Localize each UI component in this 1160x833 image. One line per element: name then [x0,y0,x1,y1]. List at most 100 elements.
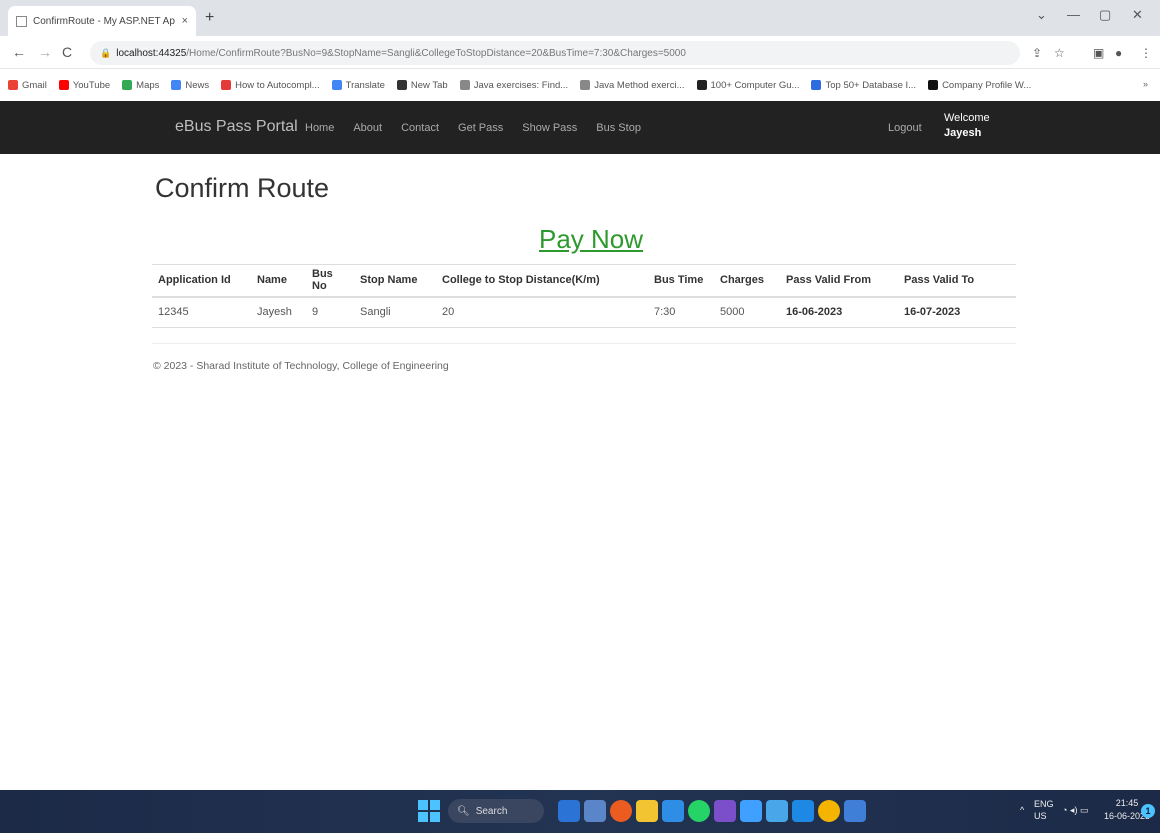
bookmark-label: Java exercises: Find... [473,79,569,91]
bookmark-label: Gmail [22,79,47,91]
bookmark-favicon-icon [928,80,939,90]
url-input[interactable]: 🔒 localhost:44325 /Home/ConfirmRoute?Bus… [90,41,1020,65]
profile-avatar-icon[interactable]: ● [1115,46,1122,60]
chrome-active-icon[interactable] [818,800,840,822]
tray-chevron-icon[interactable]: ^ [1020,804,1024,816]
menu-dots-icon[interactable]: ⋮ [1140,46,1152,60]
bookmarks-overflow-icon[interactable]: » [1143,79,1148,89]
nav-bus-stop[interactable]: Bus Stop [596,122,641,134]
tab-title: ConfirmRoute - My ASP.NET Ap [33,15,175,27]
lang-code: ENG [1034,799,1054,809]
wifi-volume-battery-icon[interactable]: ◔ ◂) ▭ [1062,804,1088,816]
app-icon[interactable] [844,800,866,822]
bookmark-favicon-icon [171,80,182,90]
bookmark-favicon-icon [811,80,822,90]
close-tab-icon[interactable]: × [182,15,188,27]
search-label: Search [475,805,508,817]
route-table: Application Id Name Bus No Stop Name Col… [152,264,1016,328]
bookmark-item[interactable]: How to Autocompl... [221,79,320,91]
task-view-icon[interactable] [558,800,580,822]
whatsapp-icon[interactable] [688,800,710,822]
page-favicon-icon [16,15,27,27]
pay-now-link[interactable]: Pay Now [539,224,643,255]
bookmark-label: Java Method exerci... [594,79,685,91]
nav-links: Home About Contact Get Pass Show Pass Bu… [305,122,641,134]
nav-show-pass[interactable]: Show Pass [522,122,577,134]
bookmark-item[interactable]: Translate [331,79,385,91]
chrome-icon[interactable] [610,800,632,822]
bookmark-item[interactable]: Java exercises: Find... [459,79,569,91]
url-path: /Home/ConfirmRoute?BusNo=9&StopName=Sang… [186,47,686,59]
close-window-button[interactable]: ✕ [1132,7,1143,23]
notification-badge[interactable]: 1 [1141,804,1155,818]
file-explorer-icon[interactable] [636,800,658,822]
bookmark-item[interactable]: News [171,80,209,91]
bookmark-label: New Tab [410,79,448,91]
bookmark-item[interactable]: Top 50+ Database I... [811,80,916,91]
bookmark-favicon-icon [396,80,407,90]
bookmark-label: Top 50+ Database I... [825,79,917,91]
bookmark-label: YouTube [72,79,111,91]
bookmark-item[interactable]: YouTube [58,79,111,91]
taskbar-search-input[interactable]: 🔍︎ Search [448,799,544,823]
store-icon[interactable] [662,800,684,822]
bookmark-item[interactable]: 100+ Computer Gu... [696,80,799,91]
url-host: localhost:44325 [116,47,187,59]
cell-distance: 20 [436,296,648,328]
col-name: Name [251,264,306,298]
new-tab-button[interactable]: + [205,9,214,27]
bookmark-favicon-icon [580,80,591,90]
cell-bus-time: 7:30 [648,296,714,328]
bookmark-label: How to Autocompl... [235,79,320,91]
bookmark-item[interactable]: Maps [122,80,159,91]
maximize-button[interactable]: ▢ [1099,7,1111,23]
nav-contact[interactable]: Contact [401,122,439,134]
cell-stop-name: Sangli [354,296,436,328]
share-icon[interactable]: ⇪ [1032,46,1042,60]
browser-tab-bar: ConfirmRoute - My ASP.NET Ap × + ⌄ — ▢ ✕ [0,0,1160,36]
cell-name: Jayesh [251,296,306,328]
bookmark-item[interactable]: Java Method exerci... [580,79,685,91]
windows-start-icon[interactable] [418,800,440,822]
visual-studio-icon[interactable] [714,800,736,822]
language-indicator[interactable]: ENG US [1034,798,1054,822]
address-bar-row: ← → C 🔒 localhost:44325 /Home/ConfirmRou… [0,36,1160,69]
bookmark-label: Maps [136,79,160,91]
lock-icon: 🔒 [100,47,112,58]
search-icon: 🔍︎ [457,805,470,817]
nav-home[interactable]: Home [305,122,334,134]
user-name: Jayesh [944,127,982,139]
vscode-icon[interactable] [792,800,814,822]
browser-tab[interactable]: ConfirmRoute - My ASP.NET Ap × [8,6,196,36]
page-title: Confirm Route [155,173,330,203]
forward-arrow-icon[interactable]: → [38,44,52,60]
bookmark-label: Translate [345,79,385,91]
col-distance: College to Stop Distance(K/m) [436,264,648,298]
bookmark-star-icon[interactable]: ☆ [1054,46,1065,60]
bookmark-item[interactable]: New Tab [396,79,448,91]
tab-search-icon[interactable]: ⌄ [1036,7,1047,23]
reload-icon[interactable]: C [62,44,72,60]
brand-link[interactable]: eBus Pass Portal [175,118,298,136]
col-valid-to: Pass Valid To [898,264,1016,298]
bookmark-favicon-icon [221,80,232,90]
windows-taskbar: 🔍︎ Search ^ ENG US ◔ ◂) ▭ 21:45 16-06-20… [0,790,1160,833]
back-arrow-icon[interactable]: ← [12,44,26,60]
nav-about[interactable]: About [353,122,382,134]
welcome-user: Welcome Jayesh [944,111,990,141]
bookmark-label: Company Profile W... [942,79,1032,91]
minimize-button[interactable]: — [1067,7,1080,22]
bookmark-item[interactable]: Company Profile W... [928,80,1031,91]
cell-bus-no: 9 [306,296,354,328]
table-row: 12345 Jayesh 9 Sangli 20 7:30 5000 16-06… [152,296,1016,328]
nav-get-pass[interactable]: Get Pass [458,122,503,134]
bookmark-favicon-icon [8,80,18,90]
snipping-tool-icon[interactable] [740,800,762,822]
table-header-row: Application Id Name Bus No Stop Name Col… [152,264,1016,298]
bookmark-item[interactable]: Gmail [8,80,47,91]
mail-icon[interactable] [766,800,788,822]
logout-link[interactable]: Logout [888,122,922,134]
sidepanel-icon[interactable]: ▣ [1093,46,1104,60]
widgets-icon[interactable] [584,800,606,822]
footer-text: © 2023 - Sharad Institute of Technology,… [153,360,449,372]
